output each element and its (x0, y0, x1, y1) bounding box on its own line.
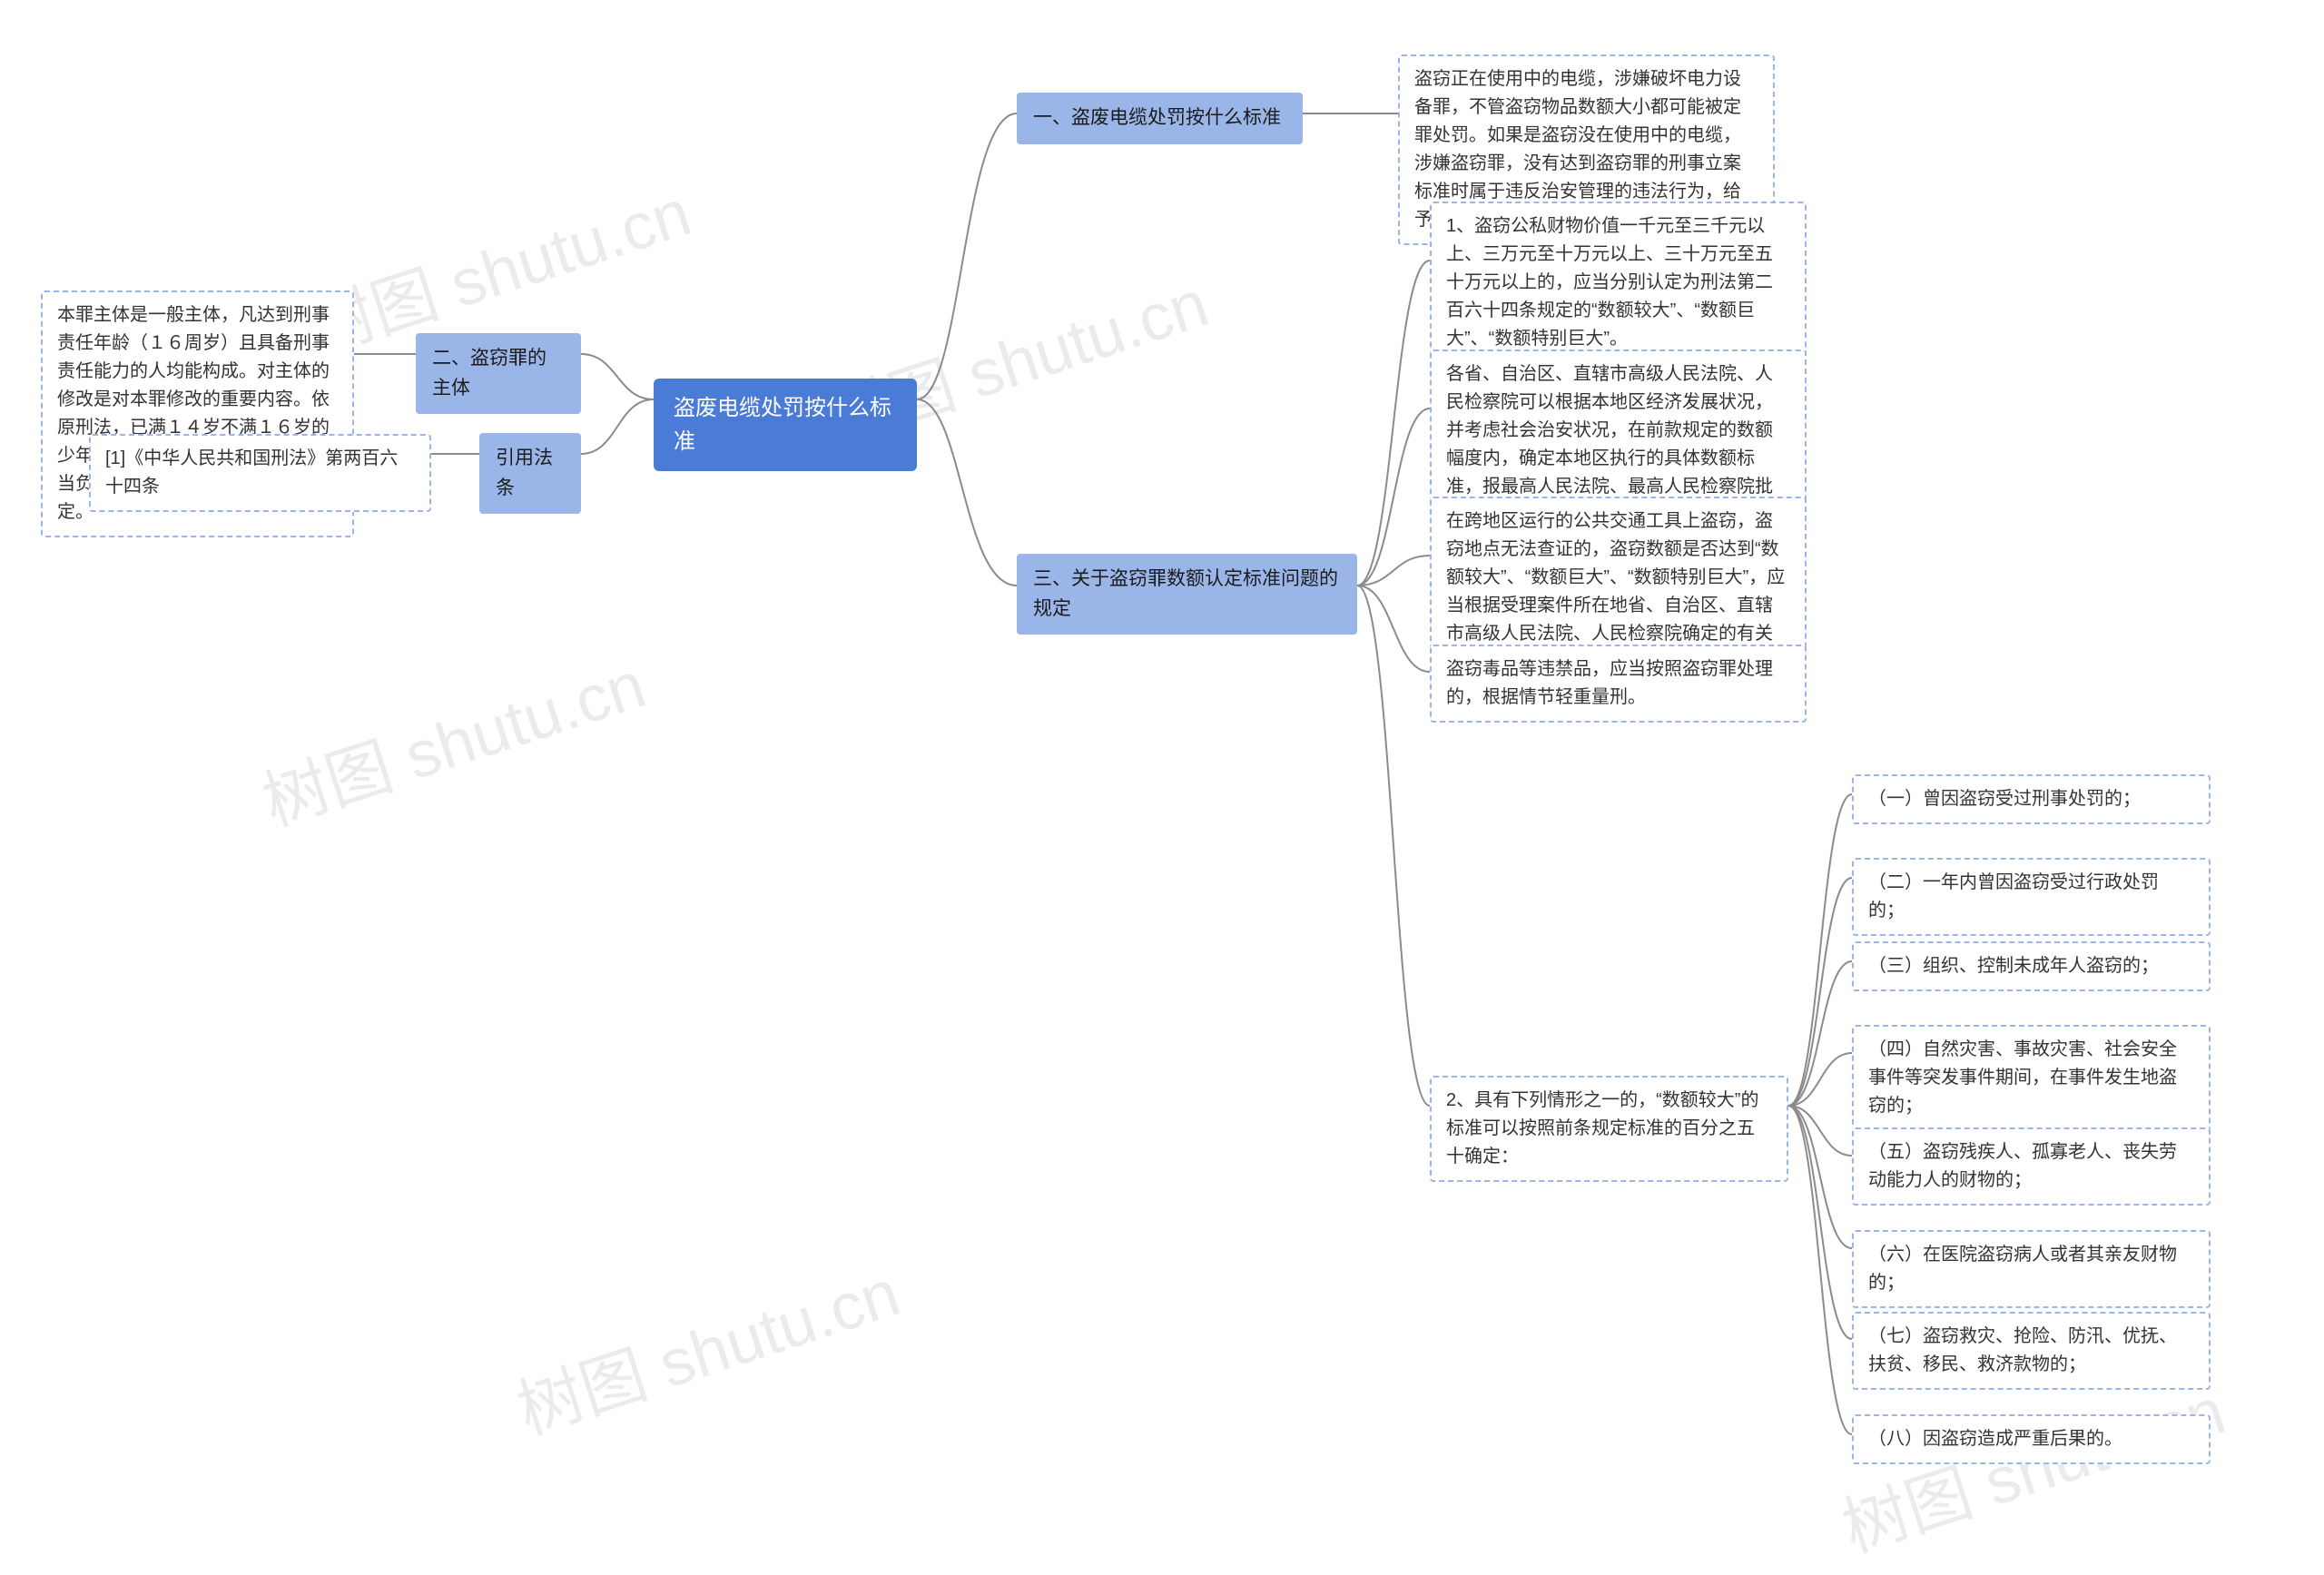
item-4[interactable]: （四）自然灾害、事故灾害、社会安全事件等突发事件期间，在事件发生地盗窃的； (1852, 1025, 2211, 1131)
branch-3-leaf-4-text: 盗窃毒品等违禁品，应当按照盗窃罪处理的，根据情节轻重量刑。 (1446, 659, 1773, 707)
branch-3-leaf-1-text: 1、盗窃公私财物价值一千元至三千元以上、三万元至十万元以上、三十万元至五十万元以… (1446, 216, 1773, 349)
branch-1-label: 一、盗废电缆处罚按什么标准 (1033, 107, 1281, 128)
branch-3-leaf-5-text: 2、具有下列情形之一的，“数额较大”的标准可以按照前条规定标准的百分之五十确定： (1446, 1090, 1758, 1166)
branch-2[interactable]: 二、盗窃罪的主体 (416, 333, 581, 414)
item-7[interactable]: （七）盗窃救灾、抢险、防汛、优抚、扶贫、移民、救济款物的； (1852, 1312, 2211, 1390)
item-3-text: （三）组织、控制未成年人盗窃的； (1868, 956, 2159, 976)
branch-3-leaf-4[interactable]: 盗窃毒品等违禁品，应当按照盗窃罪处理的，根据情节轻重量刑。 (1430, 645, 1807, 723)
branch-2-label: 二、盗窃罪的主体 (432, 348, 547, 399)
branch-4-leaf-text: [1]《中华人民共和国刑法》第两百六十四条 (105, 448, 398, 497)
branch-1[interactable]: 一、盗废电缆处罚按什么标准 (1017, 93, 1303, 144)
branch-3-label: 三、关于盗窃罪数额认定标准问题的规定 (1033, 568, 1338, 619)
item-2[interactable]: （二）一年内曾因盗窃受过行政处罚的； (1852, 858, 2211, 936)
branch-3-leaf-5[interactable]: 2、具有下列情形之一的，“数额较大”的标准可以按照前条规定标准的百分之五十确定： (1430, 1076, 1788, 1182)
root-node[interactable]: 盗废电缆处罚按什么标准 (654, 379, 917, 471)
item-5-text: （五）盗窃残疾人、孤寡老人、丧失劳动能力人的财物的； (1868, 1142, 2177, 1190)
branch-4[interactable]: 引用法条 (479, 433, 581, 514)
branch-4-leaf[interactable]: [1]《中华人民共和国刑法》第两百六十四条 (89, 434, 431, 512)
item-8[interactable]: （八）因盗窃造成严重后果的。 (1852, 1414, 2211, 1464)
branch-3[interactable]: 三、关于盗窃罪数额认定标准问题的规定 (1017, 554, 1357, 635)
item-1[interactable]: （一）曾因盗窃受过刑事处罚的； (1852, 774, 2211, 824)
branch-3-leaf-1[interactable]: 1、盗窃公私财物价值一千元至三千元以上、三万元至十万元以上、三十万元至五十万元以… (1430, 202, 1807, 364)
item-6[interactable]: （六）在医院盗窃病人或者其亲友财物的； (1852, 1230, 2211, 1308)
item-3[interactable]: （三）组织、控制未成年人盗窃的； (1852, 941, 2211, 991)
item-7-text: （七）盗窃救灾、抢险、防汛、优抚、扶贫、移民、救济款物的； (1868, 1326, 2177, 1374)
root-title: 盗废电缆处罚按什么标准 (674, 396, 891, 454)
item-6-text: （六）在医院盗窃病人或者其亲友财物的； (1868, 1245, 2177, 1293)
item-2-text: （二）一年内曾因盗窃受过行政处罚的； (1868, 872, 2159, 920)
item-1-text: （一）曾因盗窃受过刑事处罚的； (1868, 789, 2141, 809)
item-5[interactable]: （五）盗窃残疾人、孤寡老人、丧失劳动能力人的财物的； (1852, 1127, 2211, 1206)
branch-4-label: 引用法条 (496, 448, 553, 498)
item-8-text: （八）因盗窃造成严重后果的。 (1868, 1429, 2122, 1449)
watermark: 树图 shutu.cn (249, 631, 655, 844)
watermark: 树图 shutu.cn (503, 1239, 909, 1452)
item-4-text: （四）自然灾害、事故灾害、社会安全事件等突发事件期间，在事件发生地盗窃的； (1868, 1039, 2177, 1116)
